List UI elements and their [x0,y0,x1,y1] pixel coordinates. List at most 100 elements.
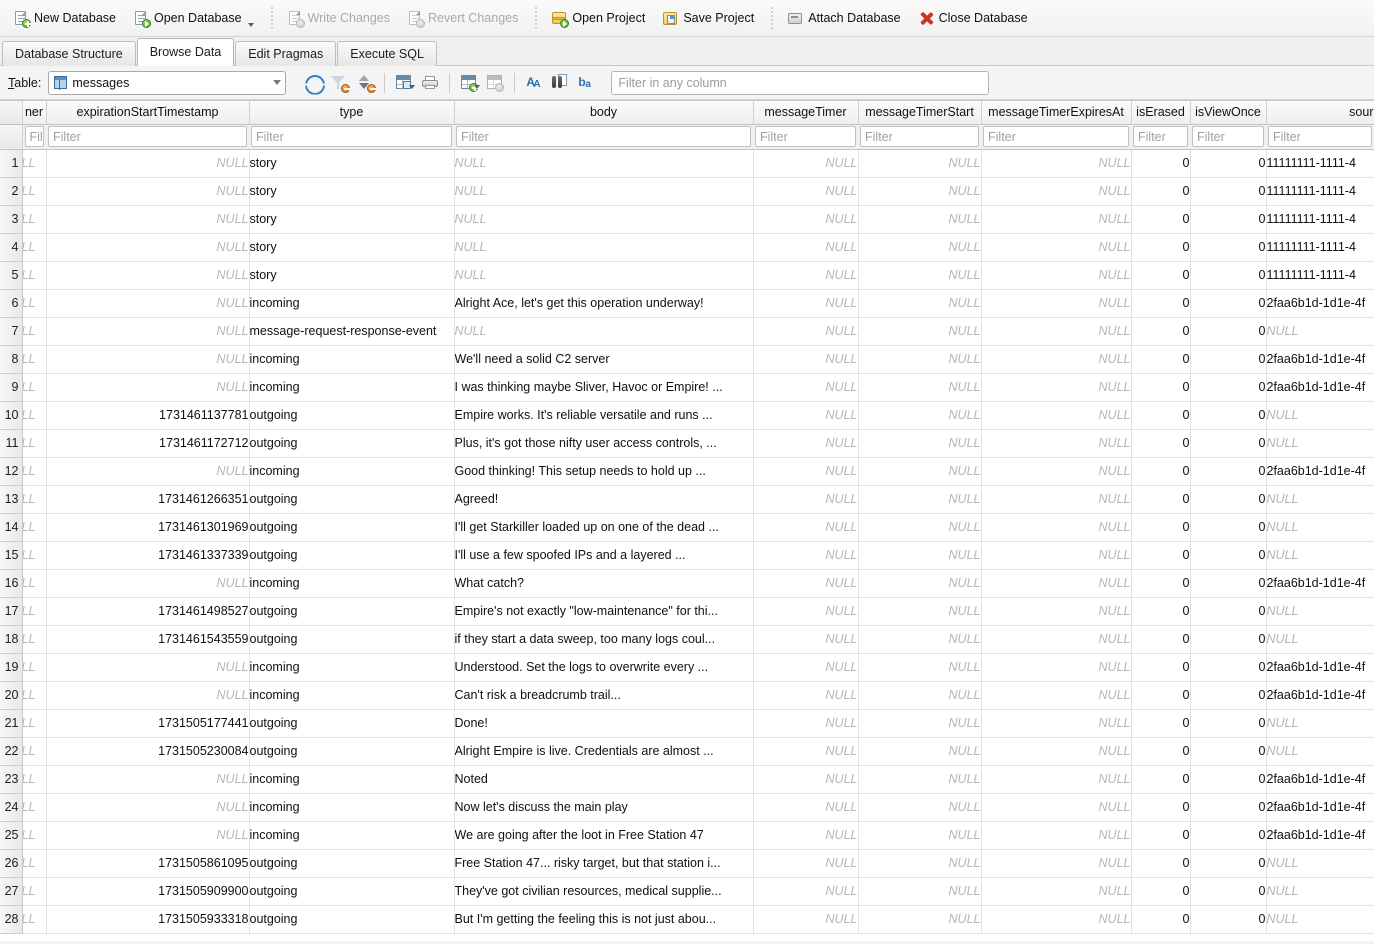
row-number-header[interactable]: 8 [0,345,22,373]
filter-input-expirationStartTimestamp[interactable]: Filter [48,126,247,147]
cell-messageTimer[interactable]: NULL [753,765,858,793]
cell-body[interactable]: Free Station 47... risky target, but tha… [454,849,753,877]
cell-messageTimer[interactable]: NULL [753,177,858,205]
cell-owner-partial[interactable]: ULL [22,849,46,877]
cell-expirationStartTimestamp[interactable]: NULL [46,345,249,373]
row-number-header[interactable]: 6 [0,289,22,317]
cell-source[interactable]: NULL [1266,597,1374,625]
cell-source[interactable]: NULL [1266,877,1374,905]
cell-messageTimerStart[interactable]: NULL [858,709,981,737]
cell-owner-partial[interactable]: ULL [22,457,46,485]
row-number-header[interactable]: 14 [0,513,22,541]
cell-body[interactable]: Agreed! [454,485,753,513]
clear-filter-button[interactable] [328,71,350,95]
cell-body[interactable]: I was thinking maybe Sliver, Havoc or Em… [454,373,753,401]
close-database-button[interactable]: Close Database [911,4,1038,32]
cell-messageTimerStart[interactable]: NULL [858,401,981,429]
table-row[interactable]: 18ULL1731461543559outgoingif they start … [0,625,1374,653]
table-row[interactable]: 23ULLNULLincomingNotedNULLNULLNULL002faa… [0,765,1374,793]
cell-messageTimer[interactable]: NULL [753,541,858,569]
cell-type[interactable]: incoming [249,457,454,485]
cell-source[interactable]: 2faa6b1d-1d1e-4f [1266,681,1374,709]
row-number-header[interactable]: 28 [0,905,22,933]
open-database-button[interactable]: Open Database [126,4,264,32]
cell-body[interactable]: They've got civilian resources, medical … [454,877,753,905]
cell-body[interactable]: NULL [454,317,753,345]
table-row[interactable]: 4ULLNULLstoryNULLNULLNULLNULL0011111111-… [0,233,1374,261]
filter-input-isErased[interactable]: Filter [1133,126,1188,147]
table-row[interactable]: 17ULL1731461498527outgoingEmpire's not e… [0,597,1374,625]
cell-messageTimer[interactable]: NULL [753,569,858,597]
cell-source[interactable]: NULL [1266,513,1374,541]
cell-body[interactable]: Empire's not exactly "low-maintenance" f… [454,597,753,625]
cell-isErased[interactable]: 0 [1131,317,1190,345]
cell-messageTimer[interactable]: NULL [753,877,858,905]
row-header-corner[interactable] [0,101,22,124]
row-number-header[interactable]: 4 [0,233,22,261]
cell-messageTimerStart[interactable]: NULL [858,485,981,513]
cell-isViewOnce[interactable]: 0 [1190,345,1266,373]
filter-cell-messageTimerStart[interactable]: Filter [858,124,981,149]
cell-isViewOnce[interactable]: 0 [1190,261,1266,289]
chevron-down-icon[interactable] [409,85,415,89]
cell-isViewOnce[interactable]: 0 [1190,373,1266,401]
cell-messageTimerExpiresAt[interactable]: NULL [981,261,1131,289]
column-header-source-partial[interactable]: sour [1266,101,1374,124]
cell-isErased[interactable]: 0 [1131,261,1190,289]
row-number-header[interactable]: 7 [0,317,22,345]
cell-type[interactable]: incoming [249,821,454,849]
cell-messageTimer[interactable]: NULL [753,205,858,233]
row-number-header[interactable]: 20 [0,681,22,709]
clear-sort-button[interactable] [354,71,376,95]
cell-isErased[interactable]: 0 [1131,821,1190,849]
cell-isErased[interactable]: 0 [1131,289,1190,317]
row-number-header[interactable]: 13 [0,485,22,513]
column-header-type[interactable]: type [249,101,454,124]
cell-body[interactable]: We are going after the loot in Free Stat… [454,821,753,849]
cell-messageTimerStart[interactable]: NULL [858,597,981,625]
column-header-messageTimerStart[interactable]: messageTimerStart [858,101,981,124]
cell-source[interactable]: NULL [1266,709,1374,737]
cell-source[interactable]: 11111111-1111-4 [1266,149,1374,177]
row-number-header[interactable]: 16 [0,569,22,597]
row-number-header[interactable]: 24 [0,793,22,821]
chevron-down-icon[interactable] [248,23,254,27]
cell-isErased[interactable]: 0 [1131,457,1190,485]
column-header-body[interactable]: body [454,101,753,124]
cell-messageTimer[interactable]: NULL [753,849,858,877]
cell-source[interactable]: NULL [1266,849,1374,877]
row-number-header[interactable]: 12 [0,457,22,485]
cell-messageTimer[interactable]: NULL [753,681,858,709]
cell-messageTimerStart[interactable]: NULL [858,513,981,541]
cell-body[interactable]: if they start a data sweep, too many log… [454,625,753,653]
cell-source[interactable]: 2faa6b1d-1d1e-4f [1266,345,1374,373]
cell-messageTimerStart[interactable]: NULL [858,289,981,317]
cell-messageTimer[interactable]: NULL [753,457,858,485]
cell-owner-partial[interactable]: ULL [22,569,46,597]
cell-body[interactable]: Alright Empire is live. Credentials are … [454,737,753,765]
cell-source[interactable]: NULL [1266,541,1374,569]
cell-source[interactable]: NULL [1266,905,1374,933]
cell-body[interactable]: NULL [454,205,753,233]
row-number-header[interactable]: 18 [0,625,22,653]
attach-database-button[interactable]: Attach Database [780,4,910,32]
cell-isViewOnce[interactable]: 0 [1190,625,1266,653]
change-font-button[interactable]: AA [523,71,545,95]
cell-messageTimerStart[interactable]: NULL [858,205,981,233]
cell-isErased[interactable]: 0 [1131,681,1190,709]
cell-messageTimer[interactable]: NULL [753,233,858,261]
table-row[interactable]: 14ULL1731461301969outgoingI'll get Stark… [0,513,1374,541]
cell-messageTimerStart[interactable]: NULL [858,737,981,765]
cell-source[interactable]: NULL [1266,625,1374,653]
cell-type[interactable]: outgoing [249,625,454,653]
cell-body[interactable]: What catch? [454,569,753,597]
cell-isErased[interactable]: 0 [1131,905,1190,933]
cell-expirationStartTimestamp[interactable]: 1731461301969 [46,513,249,541]
cell-messageTimerExpiresAt[interactable]: NULL [981,457,1131,485]
filter-cell-isErased[interactable]: Filter [1131,124,1190,149]
cell-messageTimerStart[interactable]: NULL [858,149,981,177]
cell-messageTimerExpiresAt[interactable]: NULL [981,737,1131,765]
cell-isViewOnce[interactable]: 0 [1190,289,1266,317]
row-number-header[interactable]: 2 [0,177,22,205]
cell-messageTimerStart[interactable]: NULL [858,877,981,905]
